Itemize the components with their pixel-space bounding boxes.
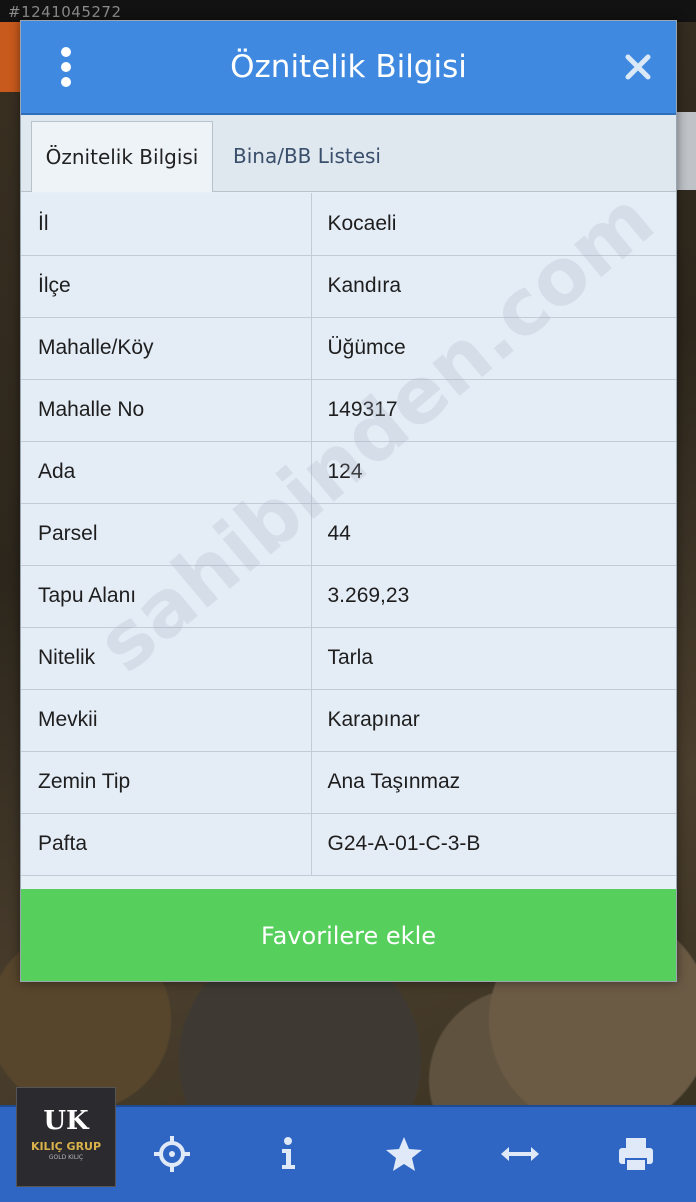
info-icon[interactable] [263,1129,313,1179]
attribute-value: G24-A-01-C-3-B [311,813,676,876]
attribute-key: Zemin Tip [21,751,312,814]
attribute-value: Tarla [311,627,676,690]
attribute-value: Ana Taşınmaz [311,751,676,814]
attribute-key: Pafta [21,813,312,876]
background-panel-edge-right [676,112,696,190]
listing-id-watermark: #1241045272 [8,3,122,21]
table-row: Mahalle/Köy Üğümce [21,317,676,380]
attribute-key: Mahalle/Köy [21,317,312,380]
table-row: İl Kocaeli [21,193,676,256]
top-strip: #1241045272 [0,0,696,22]
add-to-favorites-button[interactable]: Favorilere ekle [21,889,676,981]
table-row: Parsel 44 [21,503,676,566]
company-logo: UK KILIÇ GRUP GOLD KILIÇ [16,1087,116,1187]
dialog-title: Öznitelik Bilgisi [230,49,467,85]
attribute-value: 44 [311,503,676,566]
attribute-value: Kocaeli [311,193,676,256]
measure-icon[interactable] [495,1129,545,1179]
print-icon[interactable] [611,1129,661,1179]
table-row: Zemin Tip Ana Taşınmaz [21,751,676,814]
table-row: Nitelik Tarla [21,627,676,690]
tab-attribute-info[interactable]: Öznitelik Bilgisi [31,121,213,192]
table-row: İlçe Kandıra [21,255,676,318]
attribute-key: Parsel [21,503,312,566]
attribute-table: İl Kocaeli İlçe Kandıra Mahalle/Köy Üğüm… [21,193,676,876]
background-panel-edge [0,22,20,92]
attribute-value: Kandıra [311,255,676,318]
attribute-key: İlçe [21,255,312,318]
attribute-value: Üğümce [311,317,676,380]
table-row: Mevkii Karapınar [21,689,676,752]
attribute-value: 124 [311,441,676,504]
dialog-header: Öznitelik Bilgisi [21,21,676,115]
attribute-key: Tapu Alanı [21,565,312,628]
tab-building-list[interactable]: Bina/BB Listesi [233,121,381,191]
attribute-value: 149317 [311,379,676,442]
locate-icon[interactable] [147,1129,197,1179]
logo-text: KILIÇ GRUP [30,1140,102,1153]
table-row: Ada 124 [21,441,676,504]
attribute-value: 3.269,23 [311,565,676,628]
star-icon[interactable] [379,1129,429,1179]
table-row: Tapu Alanı 3.269,23 [21,565,676,628]
logo-mark: UK [43,1106,89,1136]
attribute-info-dialog: Öznitelik Bilgisi Öznitelik Bilgisi Bina… [20,20,677,982]
attribute-value: Karapınar [311,689,676,752]
tab-bar: Öznitelik Bilgisi Bina/BB Listesi [21,115,676,192]
attribute-key: Ada [21,441,312,504]
attribute-key: Mahalle No [21,379,312,442]
attribute-key: Mevkii [21,689,312,752]
table-row: Mahalle No 149317 [21,379,676,442]
logo-subtext: GOLD KILIÇ [48,1154,84,1161]
attribute-key: İl [21,193,312,256]
close-icon[interactable] [622,51,654,83]
table-row: Pafta G24-A-01-C-3-B [21,813,676,876]
attribute-key: Nitelik [21,627,312,690]
